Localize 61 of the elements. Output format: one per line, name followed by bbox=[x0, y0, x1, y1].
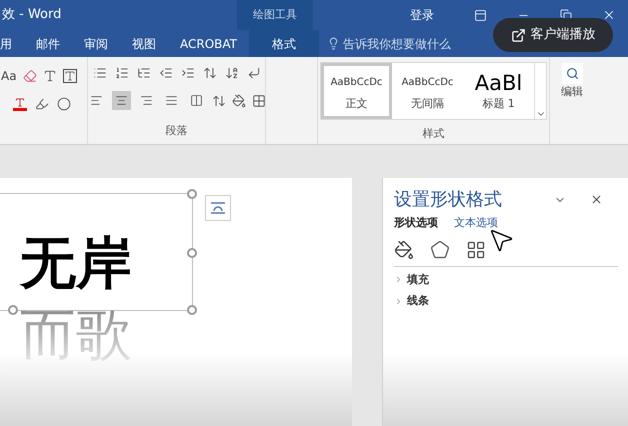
justify-align-icon bbox=[165, 94, 178, 107]
resize-handle[interactable] bbox=[187, 248, 197, 258]
group-label: 样式 bbox=[422, 126, 444, 142]
ribbon-display-icon[interactable] bbox=[474, 8, 487, 22]
context-tab-group-label: 绘图工具 bbox=[237, 0, 313, 30]
eraser-icon[interactable] bbox=[22, 69, 37, 83]
return-icon[interactable] bbox=[246, 66, 260, 80]
resize-handle[interactable] bbox=[187, 189, 197, 199]
external-link-icon bbox=[510, 28, 526, 42]
pane-section-header[interactable]: 线条 bbox=[394, 293, 628, 310]
tell-me-field[interactable]: 告诉我你想要做什么 bbox=[327, 34, 461, 52]
chevron-right-icon bbox=[394, 275, 403, 284]
group-label: 段落 bbox=[166, 123, 188, 139]
borders-icon[interactable] bbox=[252, 94, 266, 108]
pane-tab[interactable]: 形状选项 bbox=[394, 215, 438, 232]
ribbon-tab[interactable]: 用 bbox=[0, 30, 24, 57]
pane-tab[interactable]: 文本选项 bbox=[454, 215, 498, 232]
right-align-icon bbox=[140, 94, 153, 107]
style-gallery-item[interactable]: AaBbCcDc 正文 bbox=[321, 63, 392, 119]
decrease-indent-icon[interactable] bbox=[158, 66, 172, 80]
window-title: 效 - Word bbox=[1, 6, 62, 24]
ribbon-tab[interactable]: 视图 bbox=[120, 30, 168, 57]
ribbon-tab[interactable]: ACROBAT bbox=[168, 30, 249, 57]
paint-bucket-icon[interactable] bbox=[232, 94, 246, 108]
distribute-align-icon bbox=[190, 94, 203, 107]
client-play-button[interactable]: 客户端播放 bbox=[493, 18, 613, 52]
heading-text: 无岸 bbox=[20, 233, 132, 293]
style-gallery-item[interactable]: AaBl 标题 1 bbox=[463, 63, 534, 119]
sort-icon[interactable] bbox=[224, 66, 238, 80]
chevron-right-icon bbox=[394, 296, 403, 306]
shading-icon[interactable] bbox=[35, 97, 49, 111]
sign-in-link[interactable]: 登录 bbox=[410, 6, 434, 24]
layout-options-icon[interactable] bbox=[205, 195, 231, 221]
enclose-icon[interactable] bbox=[57, 97, 71, 111]
paint-bucket-icon[interactable] bbox=[394, 240, 414, 260]
layout-grid-icon[interactable] bbox=[466, 240, 486, 260]
close-icon[interactable] bbox=[602, 8, 616, 22]
multilevel-list-icon[interactable] bbox=[136, 66, 150, 80]
ribbon-tab[interactable]: 格式 bbox=[249, 30, 319, 57]
left-align-icon bbox=[90, 94, 103, 107]
style-gallery-item[interactable]: AaBbCcDc 无间隔 bbox=[392, 63, 463, 119]
align-button[interactable] bbox=[112, 91, 131, 110]
font-size-button[interactable]: Aa bbox=[1, 67, 17, 85]
resize-handle[interactable] bbox=[8, 305, 18, 315]
character-border-icon[interactable] bbox=[62, 69, 77, 83]
ribbon-tab[interactable]: 审阅 bbox=[72, 30, 120, 57]
close-icon[interactable] bbox=[590, 193, 603, 206]
text-icon[interactable] bbox=[42, 69, 57, 83]
pentagon-icon[interactable] bbox=[430, 240, 450, 260]
ribbon-tab[interactable]: 邮件 bbox=[24, 30, 72, 57]
line-spacing-icon[interactable] bbox=[212, 94, 226, 108]
numbered-list-icon[interactable] bbox=[114, 66, 128, 80]
search-icon bbox=[566, 67, 578, 80]
increase-indent-icon[interactable] bbox=[180, 66, 194, 80]
center-align-icon bbox=[115, 94, 128, 107]
font-color-icon[interactable] bbox=[13, 97, 27, 111]
pane-section-header[interactable]: 填充 bbox=[394, 272, 628, 288]
lightbulb-icon bbox=[327, 37, 340, 50]
pane-title: 设置形状格式 bbox=[394, 188, 502, 212]
resize-handle[interactable] bbox=[187, 305, 197, 315]
text-direction-icon[interactable] bbox=[202, 66, 216, 80]
